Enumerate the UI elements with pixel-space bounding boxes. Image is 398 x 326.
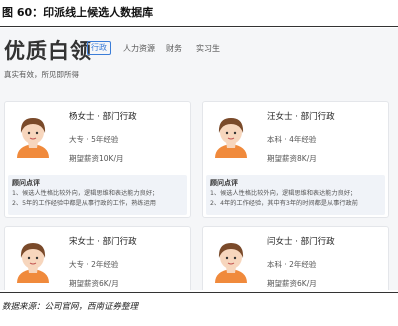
- candidate-name: 杨女士 · 部门行政: [69, 112, 137, 122]
- candidate-salary: 期望薪资8K/月: [267, 154, 317, 163]
- review-title: 顾问点评: [210, 179, 238, 187]
- candidate-education: 本科 · 2年经验: [267, 260, 317, 269]
- candidate-name: 汪女士 · 部门行政: [267, 112, 335, 122]
- avatar: [209, 112, 253, 158]
- candidate-education: 大专 · 2年经验: [69, 260, 119, 269]
- candidate-name: 宋女士 · 部门行政: [69, 237, 137, 247]
- advisor-review: 顾问点评 1、候选人性格比较外向，逻辑思维和表达能力良好； 2、5年的工作经验中…: [8, 175, 187, 215]
- review-title: 顾问点评: [12, 179, 40, 187]
- figure-source: 数据来源：公司官网，西南证券整理: [2, 302, 139, 312]
- top-rule: [0, 26, 398, 27]
- figure-title: 图 60：印派线上候选人数据库: [2, 6, 154, 19]
- tagline: 真实有效，所见即所得: [4, 70, 79, 79]
- candidate-card[interactable]: 闫女士 · 部门行政 本科 · 2年经验 期望薪资6K/月: [202, 226, 389, 290]
- candidate-education: 大专 · 5年经验: [69, 135, 119, 144]
- review-line: 1、候选人性格比较外向，逻辑思维和表达能力良好；: [12, 190, 159, 197]
- candidate-name: 闫女士 · 部门行政: [267, 237, 335, 247]
- advisor-review: 顾问点评 1、候选人性格比较外向，逻辑思维和表达能力良好； 2、4年的工作经验，…: [206, 175, 385, 215]
- brand-title: 优质白领: [4, 39, 92, 63]
- review-line: 2、5年的工作经验中都是从事行政的工作，熟练运用: [12, 200, 156, 207]
- candidate-education: 本科 · 4年经验: [267, 135, 317, 144]
- tab-intern[interactable]: 实习生: [196, 43, 220, 55]
- candidate-card[interactable]: 汪女士 · 部门行政 本科 · 4年经验 期望薪资8K/月 顾问点评 1、候选人…: [202, 101, 389, 218]
- tab-finance[interactable]: 财务: [166, 43, 182, 55]
- candidate-card[interactable]: 杨女士 · 部门行政 大专 · 5年经验 期望薪资10K/月 顾问点评 1、候选…: [4, 101, 191, 218]
- candidate-card[interactable]: 宋女士 · 部门行政 大专 · 2年经验 期望薪资6K/月: [4, 226, 191, 290]
- review-line: 2、4年的工作经验，其中有3年的时间都是从事行政前: [210, 200, 358, 207]
- website-screenshot-panel: 优质白领 行政 人力资源 财务 实习生 真实有效，所见即所得 杨女士 · 部门行…: [0, 28, 398, 290]
- review-line: 1、候选人性格比较外向，逻辑思维和表达能力良好；: [210, 190, 357, 197]
- tab-hr[interactable]: 人力资源: [123, 43, 155, 55]
- pagination-dots[interactable]: [88, 214, 108, 217]
- avatar: [11, 112, 55, 158]
- candidate-salary: 期望薪资6K/月: [69, 279, 119, 288]
- pagination-dots[interactable]: [286, 214, 306, 217]
- candidate-salary: 期望薪资10K/月: [69, 154, 124, 163]
- bottom-rule: [0, 292, 398, 293]
- avatar: [11, 237, 55, 283]
- avatar: [209, 237, 253, 283]
- candidate-salary: 期望薪资6K/月: [267, 279, 317, 288]
- tab-admin[interactable]: 行政: [87, 41, 111, 55]
